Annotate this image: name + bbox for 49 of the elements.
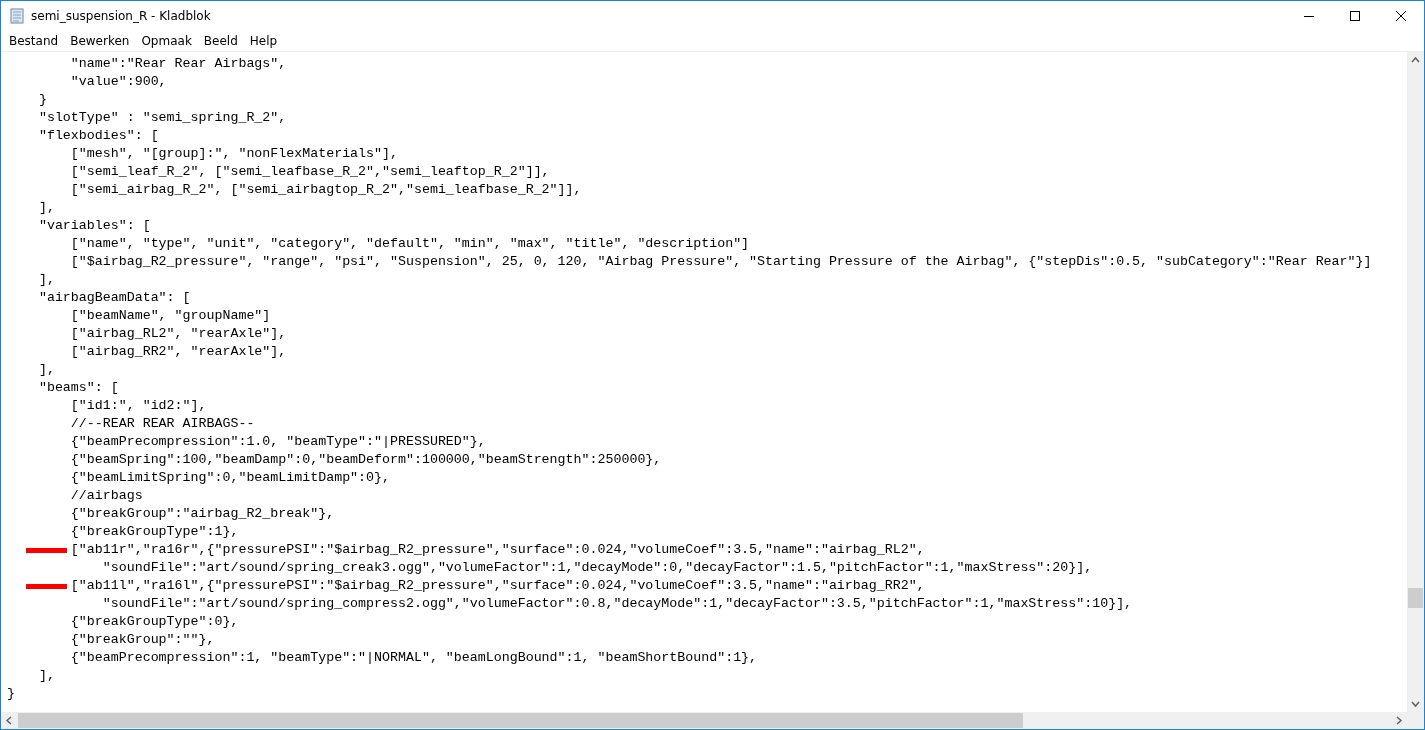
maximize-icon <box>1350 11 1360 21</box>
menu-item[interactable]: Bewerken <box>64 34 136 48</box>
code-line: "value":900, <box>69 73 167 91</box>
code-line: ["ab11l","ra16l",{"pressurePSI":"$airbag_R2_pressure","surface":0.024,"volumeCoef":3.5,"name":"airbag_RR2", <box>7 577 925 595</box>
close-icon <box>1396 11 1406 21</box>
code-line: ["$airbag_R2_pressure", "range", "psi", "Suspension", 25, 0, 120, "Airbag Pressure", "Starting Pressure of the Airbag", {"stepDis":0.5, "subCategory":"Rear Rear"}] <box>69 253 1372 271</box>
code-line: } <box>37 91 47 109</box>
code-line: ["semi_leaf_R_2", ["semi_leafbase_R_2","semi_leaftop_R_2"]], <box>69 163 550 181</box>
code-line: "variables": [ <box>37 217 151 235</box>
code-line: {"breakGroup":""}, <box>69 631 215 649</box>
code-line: "flexbodies": [ <box>37 127 159 145</box>
menu-item[interactable]: Help <box>243 34 284 48</box>
scroll-thumb[interactable] <box>1408 588 1423 608</box>
code-line: //airbags <box>69 487 143 505</box>
code-line: ], <box>37 667 55 685</box>
code-line: ["airbag_RL2", "rearAxle"], <box>69 325 287 343</box>
code-line: "soundFile":"art/sound/spring_compress2.ogg","volumeFactor":0.8,"decayMode":1,"decayFactor":3.5,"pitchFactor":1,"maxStress":10}], <box>101 595 1133 613</box>
code-line: ["mesh", "[group]:", "nonFlexMaterials"], <box>69 145 398 163</box>
code-line: "soundFile":"art/sound/spring_creak3.ogg","volumeFactor":1,"decayMode":0,"decayFactor":1.5,"pitchFactor":1,"maxStress":20}], <box>101 559 1093 577</box>
code-line: "name":"Rear Rear Airbags", <box>69 55 287 73</box>
code-line: {"breakGroup":"airbag_R2_break"}, <box>69 505 335 523</box>
window-title: semi_suspension_R - Kladblok <box>31 9 212 23</box>
vertical-scrollbar[interactable] <box>1407 52 1424 712</box>
code-line: ], <box>37 271 55 289</box>
code-line: ["ab11r","ra16r",{"pressurePSI":"$airbag_R2_pressure","surface":0.024,"volumeCoef":3.5,"name":"airbag_RL2", <box>7 541 925 559</box>
notepad-icon <box>9 8 25 24</box>
code-line: ], <box>37 199 55 217</box>
code-line: {"beamLimitSpring":0,"beamLimitDamp":0}, <box>69 469 390 487</box>
menu-item[interactable]: Bestand <box>3 34 65 48</box>
code-line: ["name", "type", "unit", "category", "default", "min", "max", "title", "description"] <box>69 235 750 253</box>
code-line: ], <box>37 361 55 379</box>
code-line: {"breakGroupType":0}, <box>69 613 239 631</box>
horizontal-scrollbar[interactable] <box>1 712 1407 729</box>
code-line: {"beamPrecompression":1, "beamType":"|NORMAL", "beamLongBound":1, "beamShortBound":1}, <box>69 649 758 667</box>
code-line: ["beamName", "groupName"] <box>69 307 271 325</box>
code-line: ["airbag_RR2", "rearAxle"], <box>69 343 287 361</box>
scroll-thumb[interactable] <box>18 713 1023 728</box>
code-line: {"beamSpring":100,"beamDamp":0,"beamDeform":100000,"beamStrength":250000}, <box>69 451 662 469</box>
code-line: //--REAR REAR AIRBAGS-- <box>69 415 255 433</box>
code-line: "slotType" : "semi_spring_R_2", <box>37 109 287 127</box>
code-line: {"breakGroupType":1}, <box>69 523 239 541</box>
code-line: "beams": [ <box>37 379 119 397</box>
code-line: ["semi_airbag_R_2", ["semi_airbagtop_R_2","semi_leafbase_R_2"]], <box>69 181 582 199</box>
code-line: "airbagBeamData": [ <box>37 289 191 307</box>
menu-item[interactable]: Opmaak <box>135 34 198 48</box>
code-line: } <box>7 685 15 703</box>
code-line: {"beamPrecompression":1.0, "beamType":"|PRESSURED"}, <box>69 433 486 451</box>
menu-item[interactable]: Beeld <box>197 34 244 48</box>
code-line: ["id1:", "id2:"], <box>69 397 207 415</box>
